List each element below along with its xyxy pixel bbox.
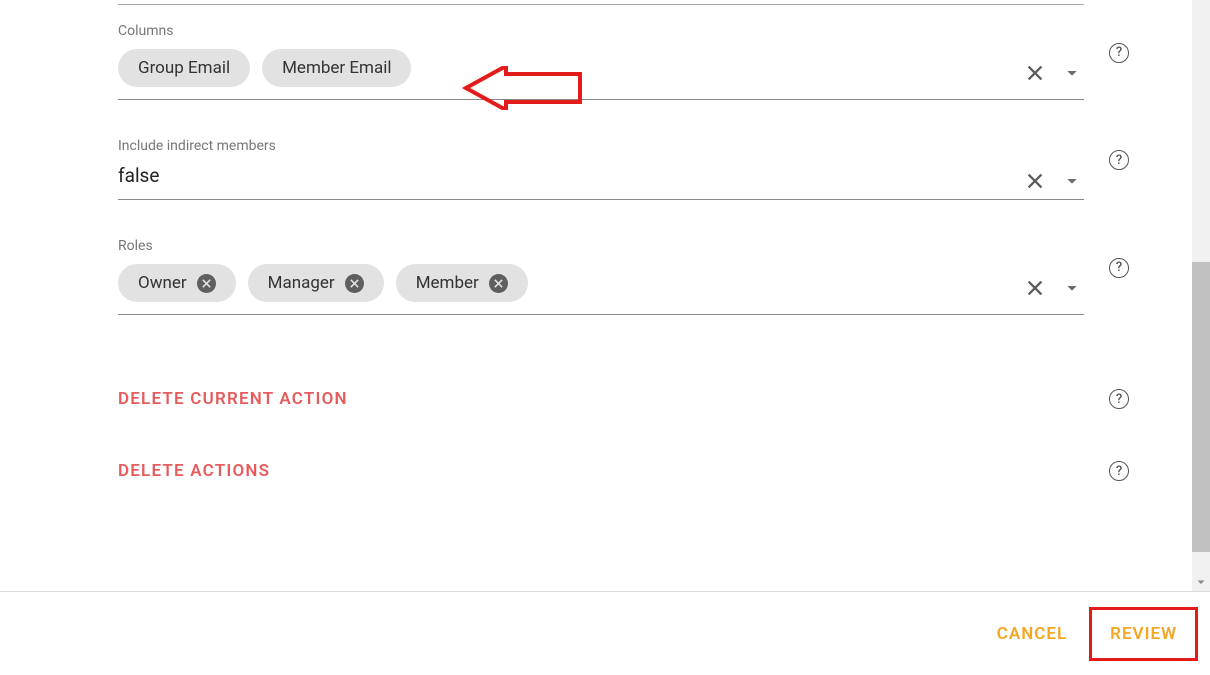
cancel-button[interactable]: CANCEL <box>979 610 1085 658</box>
indirect-dropdown-icon[interactable] <box>1064 173 1080 189</box>
columns-label: Columns <box>118 5 1084 47</box>
delete-actions-button[interactable]: DELETE ACTIONS <box>118 435 1084 507</box>
chip-remove-icon[interactable] <box>345 274 364 293</box>
chip-label: Manager <box>268 273 335 293</box>
footer-bar: CANCEL REVIEW <box>0 591 1210 675</box>
help-icon[interactable]: ? <box>1109 43 1129 63</box>
roles-field: Roles Owner Manager <box>118 220 1084 315</box>
chip-remove-icon[interactable] <box>197 274 216 293</box>
indirect-value: false <box>118 164 159 187</box>
help-icon[interactable]: ? <box>1109 461 1129 481</box>
chip-label: Member Email <box>282 58 391 78</box>
roles-chip-member[interactable]: Member <box>396 264 528 302</box>
chip-label: Owner <box>138 273 187 293</box>
columns-chip-group-email[interactable]: Group Email <box>118 49 250 87</box>
columns-clear-button[interactable] <box>1024 62 1046 84</box>
columns-chip-member-email[interactable]: Member Email <box>262 49 411 87</box>
indirect-label: Include indirect members <box>118 120 1084 162</box>
roles-chip-owner[interactable]: Owner <box>118 264 236 302</box>
roles-chip-manager[interactable]: Manager <box>248 264 384 302</box>
indirect-clear-button[interactable] <box>1024 170 1046 192</box>
indirect-value-row[interactable]: false <box>118 162 1084 199</box>
roles-dropdown-icon[interactable] <box>1064 280 1080 296</box>
scrollbar[interactable] <box>1192 0 1210 591</box>
chip-label: Group Email <box>138 58 230 78</box>
roles-clear-button[interactable] <box>1024 277 1046 299</box>
help-icon[interactable]: ? <box>1109 389 1129 409</box>
help-icon[interactable]: ? <box>1109 258 1129 278</box>
columns-field: Columns Group Email Member Email <box>118 5 1084 100</box>
indirect-members-field: Include indirect members false <box>118 120 1084 200</box>
columns-dropdown-icon[interactable] <box>1064 65 1080 81</box>
scrollbar-thumb[interactable] <box>1192 262 1210 552</box>
help-icon[interactable]: ? <box>1109 150 1129 170</box>
chip-remove-icon[interactable] <box>489 274 508 293</box>
chip-label: Member <box>416 273 479 293</box>
review-button[interactable]: REVIEW <box>1089 607 1198 661</box>
scrollbar-down-icon[interactable] <box>1192 573 1210 591</box>
roles-label: Roles <box>118 220 1084 262</box>
delete-current-action-button[interactable]: DELETE CURRENT ACTION <box>118 363 1084 435</box>
